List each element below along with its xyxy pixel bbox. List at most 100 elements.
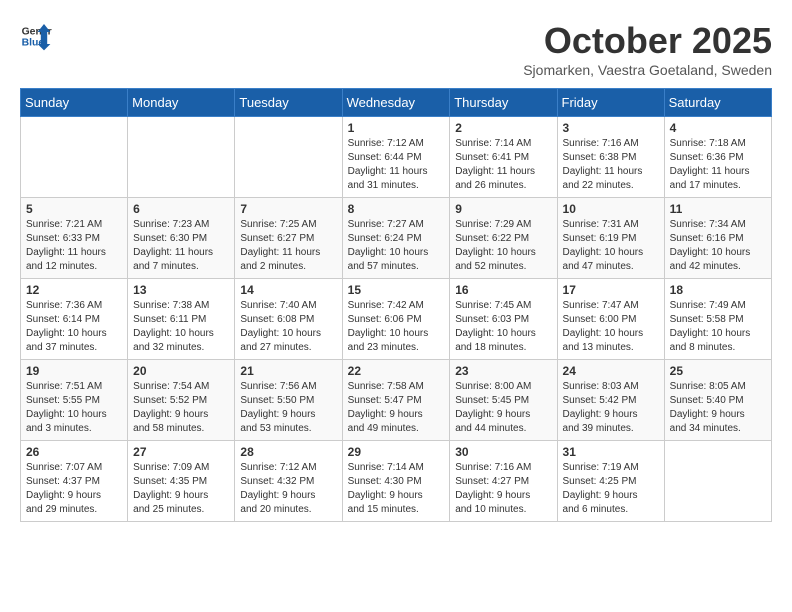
day-info: Sunrise: 7:14 AM Sunset: 6:41 PM Dayligh… [455, 137, 551, 193]
day-info: Sunrise: 7:42 AM Sunset: 6:06 PM Dayligh… [348, 299, 445, 355]
day-number: 23 [455, 364, 551, 378]
calendar-cell: 10 Sunrise: 7:31 AM Sunset: 6:19 PM Dayli… [557, 198, 664, 279]
day-info: Sunrise: 7:54 AM Sunset: 5:52 PM Dayligh… [133, 380, 229, 436]
day-info: Sunrise: 7:14 AM Sunset: 4:30 PM Dayligh… [348, 461, 445, 517]
day-number: 28 [240, 445, 336, 459]
day-info: Sunrise: 7:31 AM Sunset: 6:19 PM Dayligh… [563, 218, 659, 274]
day-info: Sunrise: 7:12 AM Sunset: 6:44 PM Dayligh… [348, 137, 445, 193]
day-number: 13 [133, 283, 229, 297]
day-info: Sunrise: 7:29 AM Sunset: 6:22 PM Dayligh… [455, 218, 551, 274]
calendar-week-row: 26 Sunrise: 7:07 AM Sunset: 4:37 PM Dayli… [21, 441, 772, 522]
calendar-cell: 14 Sunrise: 7:40 AM Sunset: 6:08 PM Dayli… [235, 279, 342, 360]
calendar-cell: 27 Sunrise: 7:09 AM Sunset: 4:35 PM Dayli… [128, 441, 235, 522]
day-number: 26 [26, 445, 122, 459]
day-number: 14 [240, 283, 336, 297]
calendar-cell: 30 Sunrise: 7:16 AM Sunset: 4:27 PM Dayli… [450, 441, 557, 522]
day-info: Sunrise: 7:21 AM Sunset: 6:33 PM Dayligh… [26, 218, 122, 274]
day-number: 11 [670, 202, 766, 216]
day-info: Sunrise: 7:25 AM Sunset: 6:27 PM Dayligh… [240, 218, 336, 274]
day-number: 5 [26, 202, 122, 216]
day-info: Sunrise: 7:34 AM Sunset: 6:16 PM Dayligh… [670, 218, 766, 274]
day-number: 7 [240, 202, 336, 216]
day-number: 27 [133, 445, 229, 459]
day-number: 29 [348, 445, 445, 459]
calendar-cell: 26 Sunrise: 7:07 AM Sunset: 4:37 PM Dayli… [21, 441, 128, 522]
calendar-cell: 15 Sunrise: 7:42 AM Sunset: 6:06 PM Dayli… [342, 279, 450, 360]
month-title: October 2025 [523, 20, 772, 62]
day-info: Sunrise: 7:36 AM Sunset: 6:14 PM Dayligh… [26, 299, 122, 355]
day-number: 8 [348, 202, 445, 216]
day-number: 6 [133, 202, 229, 216]
calendar-cell: 1 Sunrise: 7:12 AM Sunset: 6:44 PM Daylig… [342, 117, 450, 198]
day-of-week-header: Friday [557, 89, 664, 117]
day-number: 22 [348, 364, 445, 378]
day-info: Sunrise: 7:07 AM Sunset: 4:37 PM Dayligh… [26, 461, 122, 517]
calendar-cell: 11 Sunrise: 7:34 AM Sunset: 6:16 PM Dayli… [664, 198, 771, 279]
day-number: 4 [670, 121, 766, 135]
day-info: Sunrise: 7:40 AM Sunset: 6:08 PM Dayligh… [240, 299, 336, 355]
day-number: 18 [670, 283, 766, 297]
day-info: Sunrise: 7:23 AM Sunset: 6:30 PM Dayligh… [133, 218, 229, 274]
day-number: 16 [455, 283, 551, 297]
day-info: Sunrise: 7:45 AM Sunset: 6:03 PM Dayligh… [455, 299, 551, 355]
day-info: Sunrise: 7:47 AM Sunset: 6:00 PM Dayligh… [563, 299, 659, 355]
day-number: 1 [348, 121, 445, 135]
calendar-cell [664, 441, 771, 522]
day-number: 24 [563, 364, 659, 378]
location-subtitle: Sjomarken, Vaestra Goetaland, Sweden [523, 62, 772, 78]
calendar-week-row: 5 Sunrise: 7:21 AM Sunset: 6:33 PM Daylig… [21, 198, 772, 279]
logo-icon: General Blue [20, 20, 52, 52]
calendar-header-row: SundayMondayTuesdayWednesdayThursdayFrid… [21, 89, 772, 117]
calendar-cell: 22 Sunrise: 7:58 AM Sunset: 5:47 PM Dayli… [342, 360, 450, 441]
calendar-cell: 16 Sunrise: 7:45 AM Sunset: 6:03 PM Dayli… [450, 279, 557, 360]
calendar-cell: 23 Sunrise: 8:00 AM Sunset: 5:45 PM Dayli… [450, 360, 557, 441]
calendar-table: SundayMondayTuesdayWednesdayThursdayFrid… [20, 88, 772, 522]
day-info: Sunrise: 7:58 AM Sunset: 5:47 PM Dayligh… [348, 380, 445, 436]
calendar-cell: 6 Sunrise: 7:23 AM Sunset: 6:30 PM Daylig… [128, 198, 235, 279]
day-number: 21 [240, 364, 336, 378]
day-of-week-header: Tuesday [235, 89, 342, 117]
day-info: Sunrise: 7:12 AM Sunset: 4:32 PM Dayligh… [240, 461, 336, 517]
day-info: Sunrise: 7:09 AM Sunset: 4:35 PM Dayligh… [133, 461, 229, 517]
calendar-cell: 17 Sunrise: 7:47 AM Sunset: 6:00 PM Dayli… [557, 279, 664, 360]
day-number: 12 [26, 283, 122, 297]
calendar-cell: 9 Sunrise: 7:29 AM Sunset: 6:22 PM Daylig… [450, 198, 557, 279]
calendar-cell: 24 Sunrise: 8:03 AM Sunset: 5:42 PM Dayli… [557, 360, 664, 441]
calendar-cell: 31Sunrise: 7:19 AM Sunset: 4:25 PM Dayli… [557, 441, 664, 522]
title-section: October 2025 Sjomarken, Vaestra Goetalan… [523, 20, 772, 78]
day-number: 10 [563, 202, 659, 216]
day-info: Sunrise: 7:49 AM Sunset: 5:58 PM Dayligh… [670, 299, 766, 355]
day-info: Sunrise: 8:03 AM Sunset: 5:42 PM Dayligh… [563, 380, 659, 436]
day-of-week-header: Monday [128, 89, 235, 117]
day-of-week-header: Thursday [450, 89, 557, 117]
calendar-week-row: 1 Sunrise: 7:12 AM Sunset: 6:44 PM Daylig… [21, 117, 772, 198]
calendar-cell [235, 117, 342, 198]
day-info: Sunrise: 7:27 AM Sunset: 6:24 PM Dayligh… [348, 218, 445, 274]
page-header: General Blue October 2025 Sjomarken, Vae… [20, 20, 772, 78]
calendar-cell: 29 Sunrise: 7:14 AM Sunset: 4:30 PM Dayli… [342, 441, 450, 522]
day-info: Sunrise: 8:00 AM Sunset: 5:45 PM Dayligh… [455, 380, 551, 436]
logo: General Blue [20, 20, 52, 52]
day-info: Sunrise: 7:18 AM Sunset: 6:36 PM Dayligh… [670, 137, 766, 193]
day-info: Sunrise: 7:19 AM Sunset: 4:25 PM Dayligh… [563, 461, 659, 517]
day-of-week-header: Saturday [664, 89, 771, 117]
day-of-week-header: Sunday [21, 89, 128, 117]
calendar-cell: 4 Sunrise: 7:18 AM Sunset: 6:36 PM Daylig… [664, 117, 771, 198]
calendar-cell: 5 Sunrise: 7:21 AM Sunset: 6:33 PM Daylig… [21, 198, 128, 279]
day-number: 19 [26, 364, 122, 378]
day-number: 9 [455, 202, 551, 216]
calendar-cell: 8 Sunrise: 7:27 AM Sunset: 6:24 PM Daylig… [342, 198, 450, 279]
calendar-cell: 20Sunrise: 7:54 AM Sunset: 5:52 PM Dayli… [128, 360, 235, 441]
day-number: 30 [455, 445, 551, 459]
calendar-cell: 3Sunrise: 7:16 AM Sunset: 6:38 PM Daylig… [557, 117, 664, 198]
calendar-cell [128, 117, 235, 198]
calendar-week-row: 12 Sunrise: 7:36 AM Sunset: 6:14 PM Dayli… [21, 279, 772, 360]
day-number: 15 [348, 283, 445, 297]
calendar-cell: 21Sunrise: 7:56 AM Sunset: 5:50 PM Dayli… [235, 360, 342, 441]
day-info: Sunrise: 7:16 AM Sunset: 4:27 PM Dayligh… [455, 461, 551, 517]
calendar-cell: 12 Sunrise: 7:36 AM Sunset: 6:14 PM Dayli… [21, 279, 128, 360]
day-number: 17 [563, 283, 659, 297]
calendar-cell: 2Sunrise: 7:14 AM Sunset: 6:41 PM Daylig… [450, 117, 557, 198]
day-info: Sunrise: 7:16 AM Sunset: 6:38 PM Dayligh… [563, 137, 659, 193]
calendar-cell: 25Sunrise: 8:05 AM Sunset: 5:40 PM Dayli… [664, 360, 771, 441]
